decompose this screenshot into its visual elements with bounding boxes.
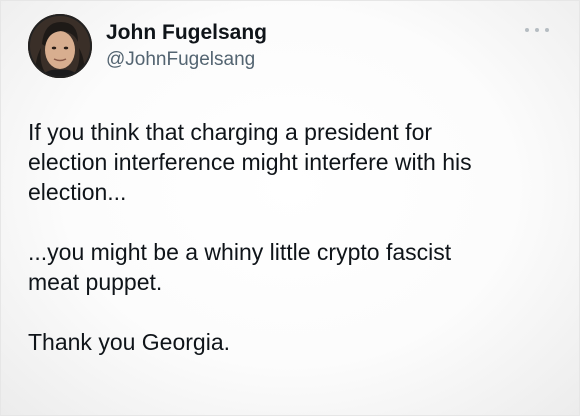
more-options-icon[interactable]	[525, 26, 549, 34]
tweet-text: If you think that charging a president f…	[28, 117, 548, 357]
tweet-card: John Fugelsang @JohnFugelsang If you thi…	[0, 0, 580, 416]
more-dot	[535, 28, 539, 32]
avatar[interactable]	[28, 14, 92, 78]
tweet-paragraph: If you think that charging a president f…	[28, 119, 472, 205]
more-dot	[545, 28, 549, 32]
more-dot	[525, 28, 529, 32]
tweet-header: John Fugelsang @JohnFugelsang	[28, 14, 559, 80]
tweet-paragraph: ...you might be a whiny little crypto fa…	[28, 239, 452, 295]
tweet-paragraph: Thank you Georgia.	[28, 329, 231, 355]
avatar-portrait-icon	[28, 14, 92, 78]
author-handle[interactable]: @JohnFugelsang	[106, 50, 255, 69]
author-name[interactable]: John Fugelsang	[106, 22, 267, 43]
